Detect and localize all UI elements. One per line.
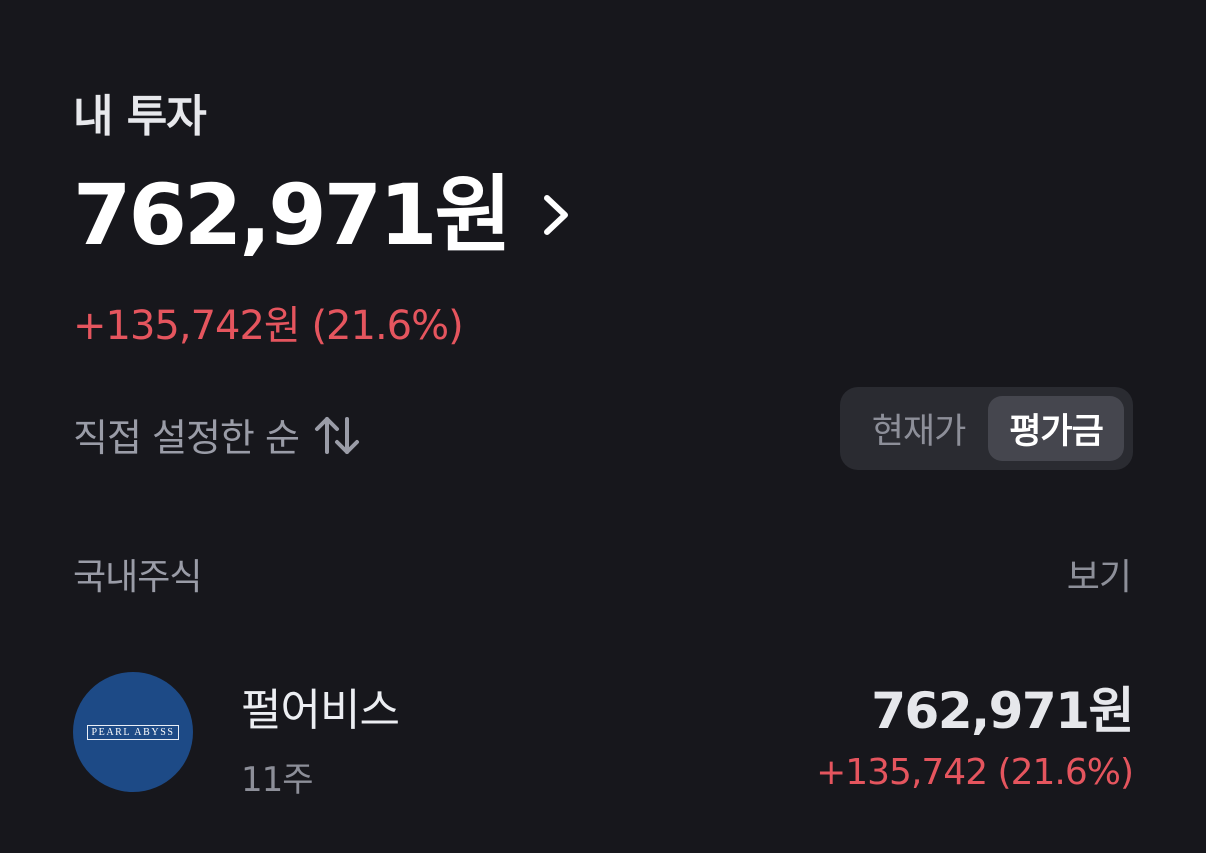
stock-quantity: 11주: [241, 760, 314, 800]
stock-logo-text: PEARL ABYSS: [87, 724, 179, 740]
stock-name: 펄어비스: [241, 685, 400, 736]
toggle-current-price[interactable]: 현재가: [849, 396, 988, 461]
price-value-toggle: 현재가 평가금: [840, 387, 1133, 470]
sort-button[interactable]: 직접 설정한 순: [73, 407, 361, 462]
investment-page: 내 투자 762,971원 +135,742원 (21.6%) 직접 설정한 순…: [0, 0, 1206, 853]
stock-change: +135,742 (21.6%): [816, 752, 1134, 793]
toggle-valuation[interactable]: 평가금: [988, 396, 1124, 461]
stock-logo: PEARL ABYSS: [73, 672, 193, 792]
view-button[interactable]: 보기: [1067, 548, 1132, 600]
stock-value: 762,971원: [871, 682, 1134, 740]
total-amount-link[interactable]: 762,971원: [73, 165, 573, 265]
chevron-right-icon: [539, 192, 573, 238]
total-change: +135,742원 (21.6%): [73, 303, 464, 349]
category-label: 국내주식: [73, 557, 202, 598]
holding-row[interactable]: PEARL ABYSS 펄어비스 11주 762,971원 +135,742 (…: [73, 668, 1134, 800]
page-title: 내 투자: [73, 91, 207, 142]
sort-label: 직접 설정한 순: [73, 416, 300, 460]
sort-arrows-icon: [313, 414, 361, 456]
total-amount: 762,971원: [73, 166, 512, 264]
